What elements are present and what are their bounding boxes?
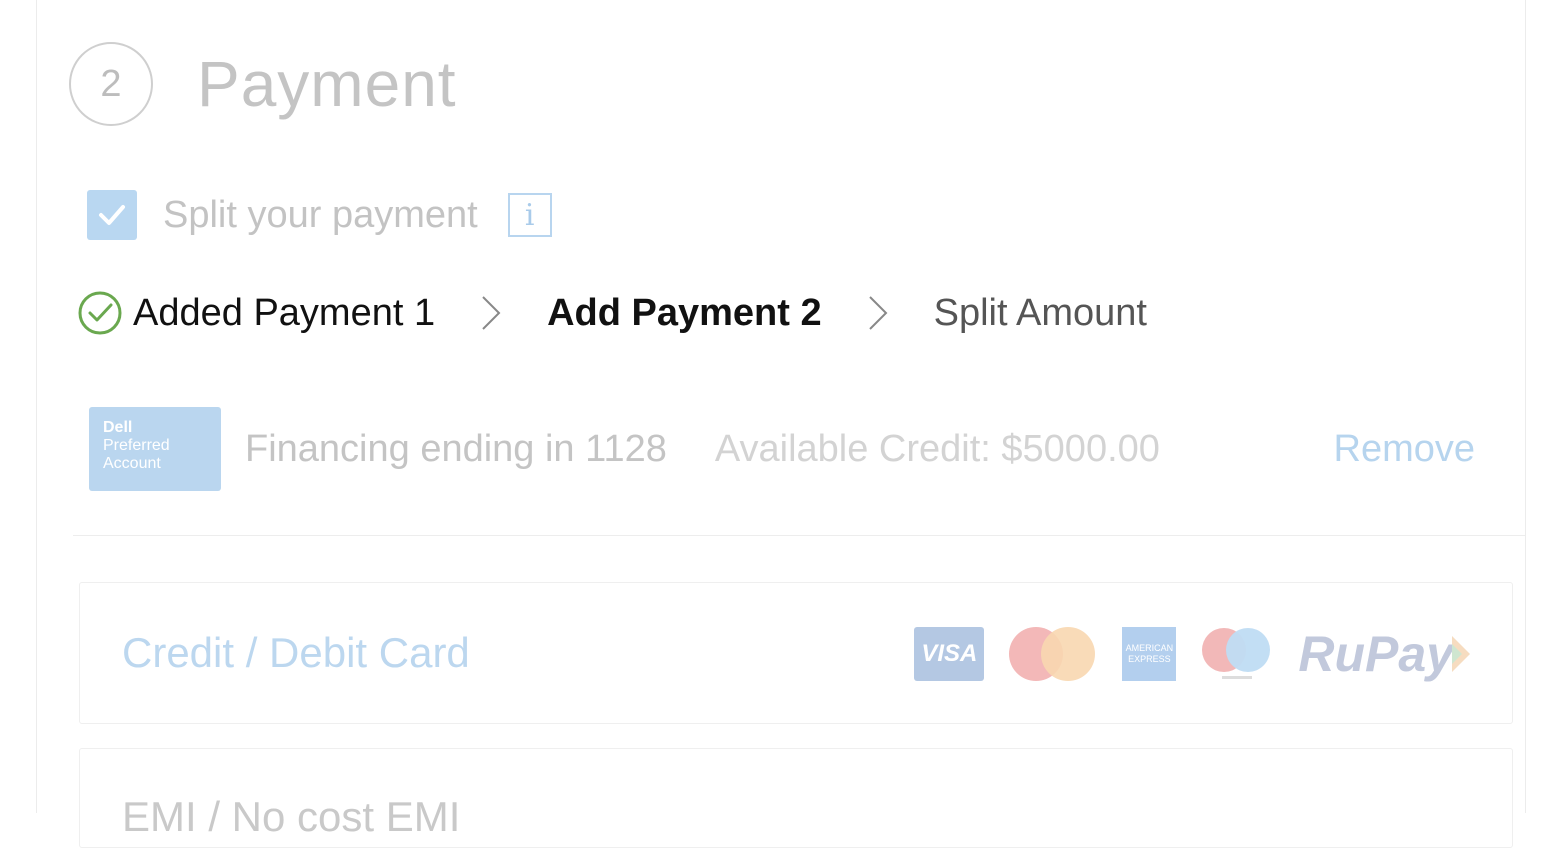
check-circle-icon xyxy=(78,291,122,335)
emi-label: EMI / No cost EMI xyxy=(122,793,461,840)
financing-description: Financing ending in 1128 xyxy=(245,427,667,470)
logo-line-2: Preferred xyxy=(103,437,170,454)
checkmark-icon xyxy=(99,205,125,225)
mastercard-icon xyxy=(1008,626,1098,682)
breadcrumb-split-amount: Split Amount xyxy=(934,292,1147,335)
card-logos: VISA AMERICAN EXPRESS RuPay xyxy=(914,625,1472,683)
divider xyxy=(73,535,1525,536)
step-title: Payment xyxy=(197,48,457,120)
saved-payment-row: Dell Preferred Account Financing ending … xyxy=(89,407,1475,491)
split-payment-breadcrumb: Added Payment 1 Add Payment 2 Split Amou… xyxy=(77,290,1147,336)
breadcrumb-label: Added Payment 1 xyxy=(133,291,436,334)
visa-icon: VISA xyxy=(914,627,985,681)
chevron-right-icon xyxy=(479,293,503,333)
split-payment-row: Split your payment i xyxy=(87,190,552,240)
info-icon[interactable]: i xyxy=(507,193,552,237)
breadcrumb-label: Add Payment 2 xyxy=(547,291,822,334)
credit-debit-card-label: Credit / Debit Card xyxy=(122,629,470,676)
breadcrumb-label: Split Amount xyxy=(933,291,1147,334)
split-payment-label: Split your payment xyxy=(163,193,478,236)
step-header: 2 Payment xyxy=(69,42,457,126)
emi-option[interactable]: EMI / No cost EMI xyxy=(79,748,1513,848)
payment-panel: 2 Payment Split your payment i Added Pay… xyxy=(36,0,1526,848)
dell-preferred-account-logo: Dell Preferred Account xyxy=(89,407,221,491)
logo-line-3: Account xyxy=(103,455,161,472)
split-payment-checkbox[interactable] xyxy=(87,190,137,240)
rupay-text: RuPay xyxy=(1298,626,1454,682)
chevron-right-icon xyxy=(866,293,890,333)
rupay-icon: RuPay xyxy=(1298,625,1472,683)
step-number-badge: 2 xyxy=(69,42,153,126)
remove-link[interactable]: Remove xyxy=(1334,428,1476,471)
credit-debit-card-option[interactable]: Credit / Debit Card VISA AMERICAN EXPRES… xyxy=(79,582,1513,724)
logo-brand: Dell xyxy=(103,419,133,436)
breadcrumb-add-payment-2: Add Payment 2 xyxy=(547,292,822,335)
breadcrumb-added-payment-1: Added Payment 1 xyxy=(77,290,435,336)
available-credit: Available Credit: $5000.00 xyxy=(714,427,1160,470)
maestro-icon xyxy=(1200,626,1274,682)
american-express-icon: AMERICAN EXPRESS xyxy=(1122,627,1177,681)
